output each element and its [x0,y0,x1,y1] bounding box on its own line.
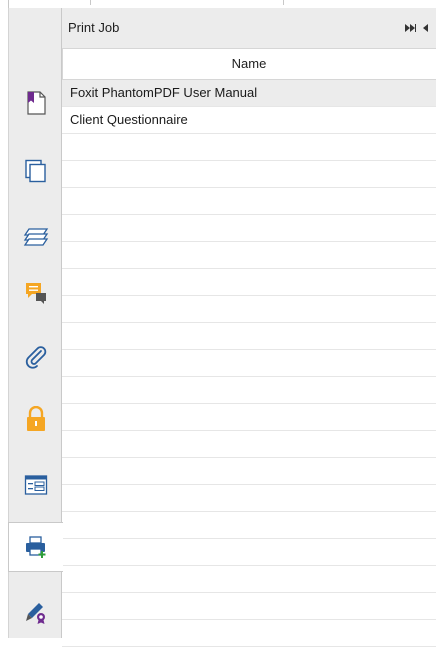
rail-button-form-fields[interactable] [9,460,63,510]
rail-button-layers[interactable] [9,212,63,262]
top-strip [0,0,436,8]
empty-row [62,323,436,350]
empty-row [62,188,436,215]
printer-icon [26,536,46,558]
empty-row [62,296,436,323]
divider [90,0,91,5]
empty-row [62,215,436,242]
bookmark-icon [27,91,46,115]
empty-row [62,242,436,269]
list-item-name: Client Questionnaire [70,112,188,127]
comments-icon [26,283,46,304]
empty-row [62,458,436,485]
empty-row [62,431,436,458]
divider [8,0,9,8]
rail-button-bookmarks[interactable] [9,78,63,128]
empty-row [62,512,436,539]
panel-header: Print Job [62,8,436,48]
navigation-rail [8,8,63,638]
divider [283,0,284,5]
layers-icon [23,228,49,246]
rail-button-comments[interactable] [9,268,63,318]
column-header-label: Name [231,56,267,71]
print-job-panel: Print Job Name Foxit PhantomPDF User Man… [62,8,436,647]
panel-header-controls [405,21,428,35]
print-job-list: Foxit PhantomPDF User Manual Client Ques… [62,80,436,647]
attachments-icon [25,346,47,369]
empty-row [62,620,436,647]
form-fields-icon [24,475,48,495]
empty-row [62,485,436,512]
lock-icon [27,406,45,431]
panel-title: Print Job [68,20,120,35]
empty-row [62,134,436,161]
rail-button-pages[interactable] [9,146,63,196]
rail-button-print-job[interactable] [8,522,63,572]
collapse-panel-icon[interactable] [422,21,428,36]
rail-button-digital-signature[interactable] [9,588,63,638]
empty-row [62,539,436,566]
pages-icon [25,159,46,183]
empty-row [62,566,436,593]
column-header-name[interactable]: Name [62,48,436,80]
rail-button-security[interactable] [9,394,63,444]
signature-icon [26,603,45,624]
list-item-name: Foxit PhantomPDF User Manual [70,85,258,100]
list-item[interactable]: Foxit PhantomPDF User Manual [62,80,436,107]
expand-panel-icon[interactable] [405,21,416,36]
empty-row [62,350,436,377]
empty-row [62,269,436,296]
list-item[interactable]: Client Questionnaire [62,107,436,134]
empty-row [62,161,436,188]
empty-row [62,404,436,431]
rail-button-attachments[interactable] [9,332,63,382]
empty-row [62,377,436,404]
empty-row [62,593,436,620]
